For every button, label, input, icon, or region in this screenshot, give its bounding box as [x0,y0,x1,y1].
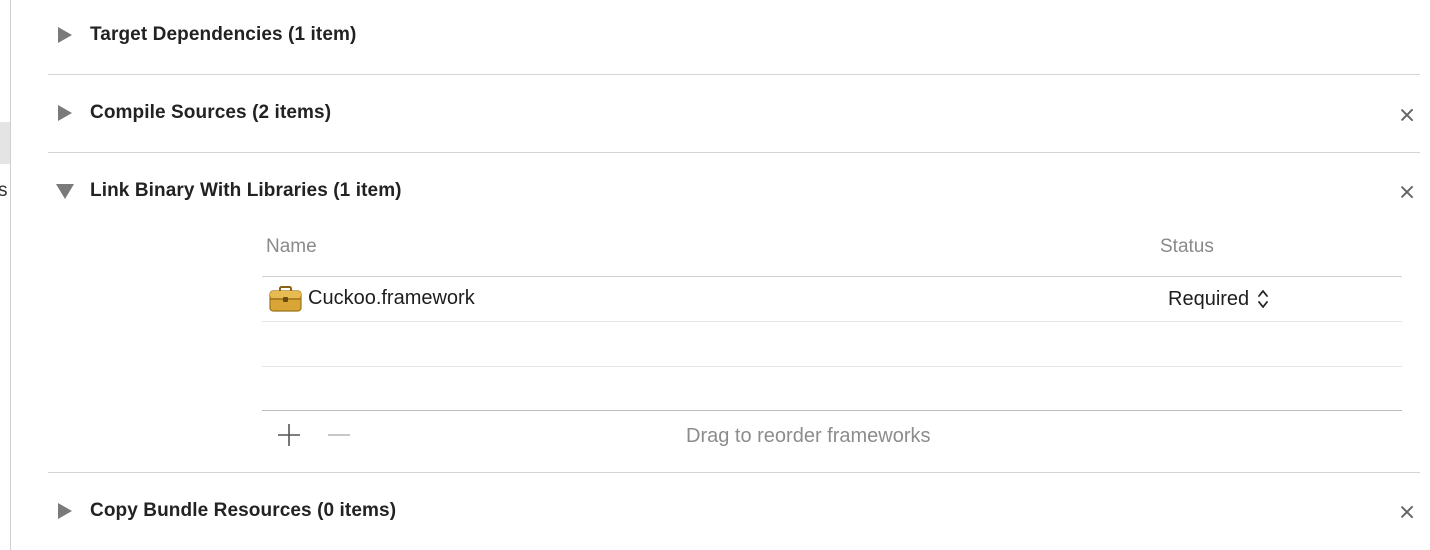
phase-title: Copy Bundle Resources (0 items) [90,500,397,521]
disclosure-triangle-icon[interactable] [56,184,74,199]
phase-title: Link Binary With Libraries (1 item) [90,180,402,201]
disclosure-triangle-icon[interactable] [58,503,72,519]
table-row[interactable]: Cuckoo.framework Required [262,277,1402,322]
phase-copy-bundle-resources: Copy Bundle Resources (0 items) [48,473,1420,549]
phase-link-binary-with-libraries: Link Binary With Libraries (1 item) [48,155,1420,231]
disclosure-triangle-icon[interactable] [58,27,72,43]
plus-icon[interactable] [276,422,302,448]
phase-header[interactable]: Copy Bundle Resources (0 items) [48,473,1420,549]
phase-title: Target Dependencies (1 item) [90,24,357,45]
phase-header[interactable]: Target Dependencies (1 item) [48,0,1420,76]
footer-rule [262,410,1402,411]
phase-header[interactable]: Compile Sources (2 items) [48,77,1420,153]
table-row-empty [262,322,1402,367]
library-name: Cuckoo.framework [308,287,475,309]
drag-reorder-hint: Drag to reorder frameworks [686,425,931,447]
disclosure-triangle-icon[interactable] [58,105,72,121]
sidebar-clipped-text: s [0,180,8,201]
toolbox-framework-icon [269,286,302,312]
build-phases-editor: s Target Dependencies (1 item) Compile S… [0,0,1430,550]
phase-divider [48,74,1420,75]
phase-header[interactable]: Link Binary With Libraries (1 item) [48,155,1420,231]
column-header-name[interactable]: Name [266,236,317,258]
status-value: Required [1168,287,1250,310]
up-down-chevron-icon [1258,290,1269,308]
phase-divider [48,152,1420,153]
close-icon[interactable] [1398,183,1416,201]
close-icon[interactable] [1398,503,1416,521]
status-popup[interactable]: Required [1168,287,1269,311]
column-header-status[interactable]: Status [1160,236,1214,258]
sidebar-selected-item[interactable] [0,122,10,164]
phase-title: Compile Sources (2 items) [90,102,332,123]
close-icon[interactable] [1398,106,1416,124]
left-sidebar: s [0,0,11,550]
phase-compile-sources: Compile Sources (2 items) [48,77,1420,153]
table-row-empty [262,367,1402,411]
minus-icon[interactable] [326,422,352,448]
phase-target-dependencies: Target Dependencies (1 item) [48,0,1420,76]
